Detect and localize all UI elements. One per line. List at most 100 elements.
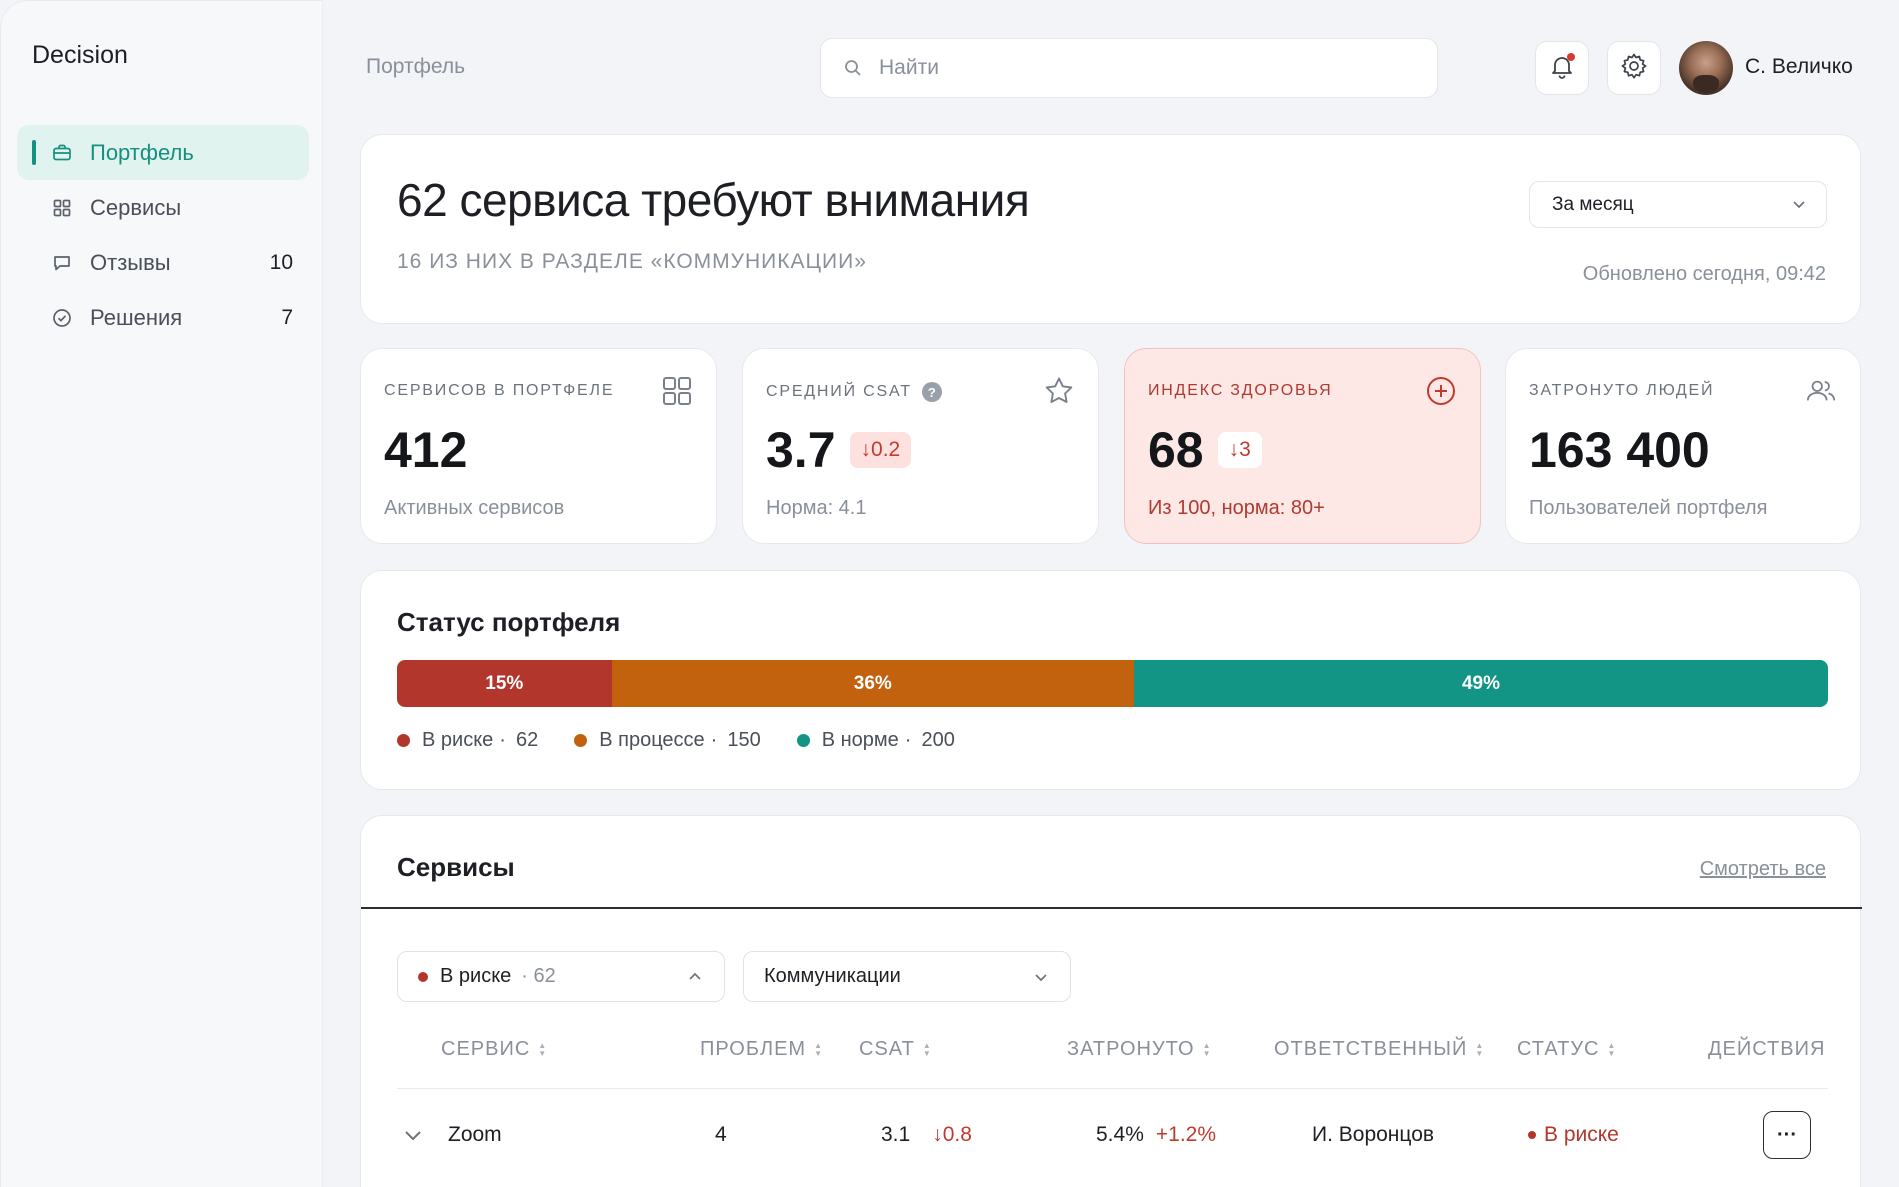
see-all-link[interactable]: Смотреть все bbox=[1700, 858, 1826, 881]
sidebar-item-portfolio[interactable]: Портфель bbox=[17, 125, 309, 180]
section-title: Сервисы bbox=[397, 852, 515, 882]
sort-icon: ▲ ▼ bbox=[1607, 1040, 1617, 1058]
kpi-value-text: 68 bbox=[1148, 422, 1204, 478]
sidebar-item-services[interactable]: Сервисы bbox=[17, 180, 309, 235]
legend-label: В риске bbox=[422, 729, 494, 751]
notifications-button[interactable] bbox=[1535, 41, 1589, 95]
column-header-problems[interactable]: ПРОБЛЕМ ▲ ▼ bbox=[700, 1038, 823, 1061]
legend-count: 200 bbox=[921, 729, 955, 751]
portfolio-status-card: Статус портфеля 15% 36% 49% В риске · 62… bbox=[360, 570, 1861, 790]
sidebar-item-reviews[interactable]: Отзывы 10 bbox=[17, 235, 309, 290]
category-filter-select[interactable]: Коммуникации bbox=[743, 951, 1071, 1002]
kpi-value: 68 ↓3 bbox=[1148, 421, 1262, 479]
filter-value: В риске bbox=[440, 965, 512, 987]
services-card: Сервисы Смотреть все В риске · 62 Коммун… bbox=[360, 815, 1862, 1187]
summary-card: 62 сервиса требуют внимания 16 ИЗ НИХ В … bbox=[360, 134, 1861, 324]
filter-value: Коммуникации bbox=[764, 965, 901, 987]
column-header-owner[interactable]: ОТВЕТСТВЕННЫЙ ▲ ▼ bbox=[1274, 1038, 1484, 1061]
divider bbox=[361, 907, 1862, 909]
legend-item-risk[interactable]: В риске · 62 bbox=[397, 729, 538, 752]
period-select[interactable]: За месяц bbox=[1529, 181, 1827, 228]
kpi-label: ИНДЕКС ЗДОРОВЬЯ bbox=[1148, 382, 1332, 400]
search-box[interactable] bbox=[820, 38, 1438, 98]
column-header-status[interactable]: СТАТУС ▲ ▼ bbox=[1517, 1038, 1616, 1061]
status-segment-normal[interactable]: 49% bbox=[1133, 660, 1828, 707]
breadcrumb: Портфель bbox=[366, 55, 466, 78]
cell-problems: 4 bbox=[715, 1123, 727, 1146]
chevron-down-icon[interactable] bbox=[401, 1123, 425, 1153]
legend-dot bbox=[574, 734, 588, 747]
legend-count: 62 bbox=[515, 729, 539, 751]
summary-subtitle: 16 ИЗ НИХ В РАЗДЕЛЕ «КОММУНИКАЦИИ» bbox=[397, 250, 867, 273]
users-icon bbox=[1805, 375, 1837, 407]
legend-label: В процессе bbox=[599, 729, 705, 751]
sidebar-item-label: Сервисы bbox=[90, 194, 182, 220]
search-input[interactable] bbox=[879, 56, 1419, 80]
kpi-delta-badge: ↓3 bbox=[1217, 432, 1262, 468]
affected-delta: +1.2% bbox=[1155, 1123, 1217, 1146]
cell-status: В риске bbox=[1528, 1123, 1619, 1147]
gear-icon bbox=[1619, 51, 1649, 86]
sidebar-item-label: Портфель bbox=[90, 139, 194, 165]
kpi-subtitle: Активных сервисов bbox=[384, 497, 565, 519]
column-label: ПРОБЛЕМ bbox=[700, 1038, 807, 1060]
help-icon[interactable]: ? bbox=[921, 382, 942, 402]
status-segment-risk[interactable]: 15% bbox=[397, 660, 612, 707]
legend-count: 150 bbox=[727, 729, 761, 751]
grid-icon bbox=[661, 375, 693, 407]
legend-separator: · bbox=[710, 729, 718, 751]
status-dot bbox=[1528, 1131, 1536, 1139]
grid-icon bbox=[51, 197, 73, 219]
status-label: В риске bbox=[1544, 1123, 1619, 1146]
affected-value: 5.4% bbox=[1096, 1123, 1144, 1146]
kpi-value: 163 400 bbox=[1529, 421, 1710, 479]
period-value: За месяц bbox=[1552, 193, 1634, 215]
kpi-value-text: 3.7 bbox=[766, 422, 836, 478]
legend-dot bbox=[397, 734, 410, 747]
avatar[interactable] bbox=[1679, 41, 1733, 95]
csat-delta: ↓0.8 bbox=[932, 1123, 972, 1146]
page-title: 62 сервиса требуют внимания bbox=[397, 174, 1030, 226]
kpi-subtitle: Норма: 4.1 bbox=[766, 497, 867, 519]
csat-value: 3.1 bbox=[881, 1123, 911, 1146]
status-segment-progress[interactable]: 36% bbox=[611, 660, 1134, 707]
legend-separator: · bbox=[499, 729, 506, 751]
kpi-subtitle: Пользователей портфеля bbox=[1529, 497, 1768, 519]
row-actions-button[interactable]: ··· bbox=[1763, 1111, 1811, 1159]
kpi-value: 3.7 ↓0.2 bbox=[766, 421, 912, 479]
sort-icon: ▲ ▼ bbox=[922, 1040, 932, 1058]
kpi-label: ЗАТРОНУТО ЛЮДЕЙ bbox=[1529, 382, 1714, 400]
status-filter-select[interactable]: В риске · 62 bbox=[397, 951, 725, 1002]
legend-item-progress[interactable]: В процессе · 150 bbox=[574, 729, 761, 752]
legend-separator: · bbox=[904, 729, 912, 751]
column-header-affected[interactable]: ЗАТРОНУТО ▲ ▼ bbox=[1067, 1038, 1211, 1061]
settings-button[interactable] bbox=[1607, 41, 1661, 95]
kpi-value-text: 412 bbox=[384, 422, 468, 478]
sidebar-item-decisions[interactable]: Решения 7 bbox=[17, 290, 309, 345]
kpi-label-text: СРЕДНИЙ CSAT bbox=[766, 383, 912, 400]
sidebar-item-label: Решения bbox=[90, 304, 183, 330]
column-header-service[interactable]: СЕРВИС ▲ ▼ bbox=[441, 1038, 547, 1061]
column-label: ЗАТРОНУТО bbox=[1067, 1038, 1195, 1060]
status-dot bbox=[418, 971, 428, 982]
cell-service: Zoom bbox=[448, 1123, 502, 1146]
kpi-card-services: СЕРВИСОВ В ПОРТФЕЛЕ 412 Активных сервисо… bbox=[360, 348, 717, 544]
status-badge: В риске bbox=[1528, 1123, 1619, 1147]
cell-csat: 3.1 ↓0.8 bbox=[881, 1123, 972, 1147]
user-name[interactable]: С. Величко bbox=[1745, 55, 1853, 79]
cell-affected: 5.4% +1.2% bbox=[1096, 1123, 1216, 1147]
kpi-card-health: ИНДЕКС ЗДОРОВЬЯ 68 ↓3 Из 100, норма: 80+ bbox=[1124, 348, 1481, 544]
kpi-delta-badge: ↓0.2 bbox=[849, 432, 912, 468]
legend-item-normal[interactable]: В норме · 200 bbox=[796, 729, 955, 752]
kpi-card-csat: СРЕДНИЙ CSAT ? 3.7 ↓0.2 Норма: 4.1 bbox=[742, 348, 1099, 544]
search-icon bbox=[843, 58, 863, 78]
kpi-label: СЕРВИСОВ В ПОРТФЕЛЕ bbox=[384, 382, 614, 400]
filter-count: · 62 bbox=[521, 965, 556, 987]
kpi-label-text: СЕРВИСОВ В ПОРТФЕЛЕ bbox=[384, 382, 615, 399]
chevron-down-icon bbox=[1790, 195, 1808, 219]
status-stacked-bar: 15% 36% 49% bbox=[397, 660, 1828, 707]
sidebar-item-label: Отзывы bbox=[90, 249, 171, 275]
column-header-csat[interactable]: CSAT ▲ ▼ bbox=[859, 1038, 932, 1061]
kpi-label: СРЕДНИЙ CSAT ? bbox=[766, 382, 942, 402]
table-row[interactable]: Zoom 4 3.1 ↓0.8 5.4% +1.2% И. Воронцов В… bbox=[397, 1111, 1828, 1161]
